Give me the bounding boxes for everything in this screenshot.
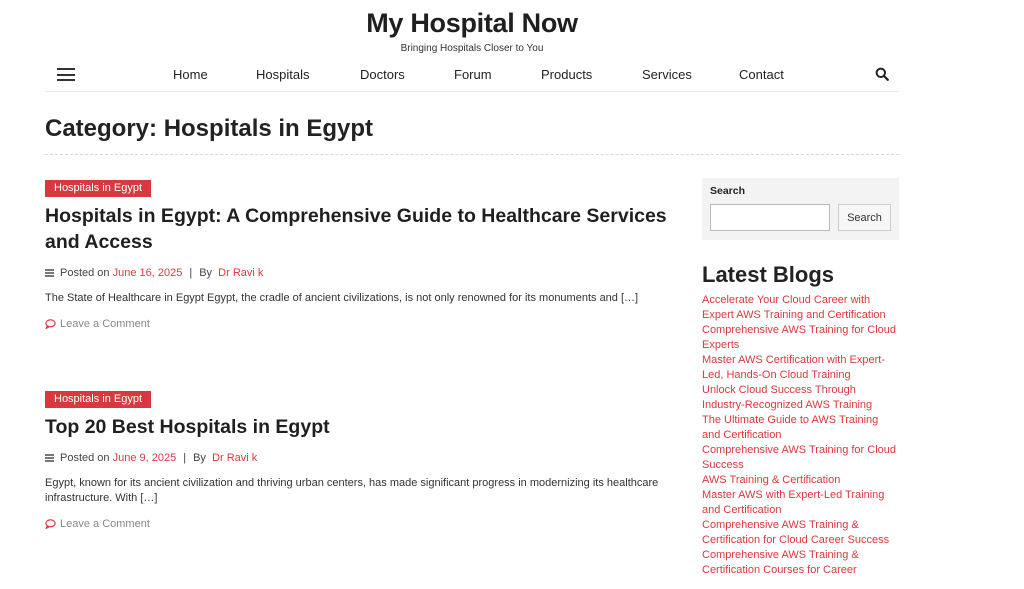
post-date-link[interactable]: June 16, 2025 bbox=[113, 267, 183, 279]
list-icon bbox=[45, 269, 54, 277]
meta-separator: | bbox=[183, 452, 187, 464]
list-icon bbox=[45, 454, 54, 462]
author-link[interactable]: Dr Ravi k bbox=[218, 267, 263, 279]
post-date-link[interactable]: June 9, 2025 bbox=[113, 452, 177, 464]
category-badge[interactable]: Hospitals in Egypt bbox=[45, 180, 152, 197]
latest-blog-link[interactable]: Comprehensive AWS Training & Certificati… bbox=[702, 518, 899, 548]
search-input[interactable] bbox=[710, 204, 830, 231]
by-label: By bbox=[193, 452, 206, 464]
comment-icon bbox=[45, 519, 56, 529]
meta-separator: | bbox=[189, 267, 193, 279]
sidebar: Search Search Latest Blogs Accelerate Yo… bbox=[702, 178, 899, 576]
post-card: Hospitals in Egypt Hospitals in Egypt: A… bbox=[45, 178, 675, 330]
latest-blog-link[interactable]: The Ultimate Guide to AWS Training and C… bbox=[702, 413, 899, 443]
page-title: Category: Hospitals in Egypt bbox=[45, 115, 374, 142]
category-badge[interactable]: Hospitals in Egypt bbox=[45, 391, 152, 408]
latest-blog-link[interactable]: Accelerate Your Cloud Career with Expert… bbox=[702, 293, 899, 323]
leave-comment-link[interactable]: Leave a Comment bbox=[45, 318, 675, 330]
site-tagline: Bringing Hospitals Closer to You bbox=[400, 43, 544, 54]
latest-blog-link[interactable]: Comprehensive AWS Training & Certificati… bbox=[702, 548, 899, 578]
post-meta: Posted on June 16, 2025 | By Dr Ravi k bbox=[45, 267, 675, 279]
nav-item-services[interactable]: Services bbox=[642, 67, 692, 82]
main-navigation: Home Hospitals Doctors Forum Products Se… bbox=[45, 60, 899, 92]
latest-blog-link[interactable]: Comprehensive AWS Training for Cloud Suc… bbox=[702, 443, 899, 473]
nav-item-contact[interactable]: Contact bbox=[739, 67, 784, 82]
leave-comment-label: Leave a Comment bbox=[60, 518, 150, 530]
search-button[interactable]: Search bbox=[838, 204, 891, 231]
nav-item-forum[interactable]: Forum bbox=[454, 67, 492, 82]
nav-item-products[interactable]: Products bbox=[541, 67, 592, 82]
site-title[interactable]: My Hospital Now bbox=[0, 8, 944, 39]
title-divider bbox=[45, 154, 899, 155]
nav-item-hospitals[interactable]: Hospitals bbox=[256, 67, 309, 82]
posted-on-label: Posted on bbox=[60, 452, 110, 464]
latest-blogs-list: Accelerate Your Cloud Career with Expert… bbox=[702, 293, 899, 578]
post-meta: Posted on June 9, 2025 | By Dr Ravi k bbox=[45, 452, 675, 464]
latest-blog-link[interactable]: AWS Training & Certification bbox=[702, 473, 899, 488]
latest-blog-link[interactable]: Unlock Cloud Success Through Industry-Re… bbox=[702, 383, 899, 413]
latest-blog-link[interactable]: Master AWS with Expert-Led Training and … bbox=[702, 488, 899, 518]
post-title[interactable]: Top 20 Best Hospitals in Egypt bbox=[45, 414, 675, 440]
post-card: Hospitals in Egypt Top 20 Best Hospitals… bbox=[45, 389, 675, 530]
post-title[interactable]: Hospitals in Egypt: A Comprehensive Guid… bbox=[45, 203, 675, 255]
latest-blog-link[interactable]: Master AWS Certification with Expert-Led… bbox=[702, 353, 899, 383]
search-widget: Search Search bbox=[702, 178, 899, 240]
search-label: Search bbox=[710, 185, 746, 197]
post-excerpt: The State of Healthcare in Egypt Egypt, … bbox=[45, 292, 639, 304]
posted-on-label: Posted on bbox=[60, 267, 110, 279]
leave-comment-label: Leave a Comment bbox=[60, 318, 150, 330]
search-icon[interactable] bbox=[875, 67, 889, 81]
nav-item-home[interactable]: Home bbox=[173, 67, 208, 82]
by-label: By bbox=[199, 267, 213, 279]
latest-blog-link[interactable]: Comprehensive AWS Training for Cloud Exp… bbox=[702, 323, 899, 353]
comment-icon bbox=[45, 319, 56, 329]
author-link[interactable]: Dr Ravi k bbox=[212, 452, 257, 464]
nav-links: Home Hospitals Doctors Forum Products Se… bbox=[45, 67, 899, 85]
post-excerpt: Egypt, known for its ancient civilizatio… bbox=[45, 477, 659, 504]
nav-item-doctors[interactable]: Doctors bbox=[360, 67, 405, 82]
latest-blogs-heading: Latest Blogs bbox=[702, 262, 835, 287]
leave-comment-link[interactable]: Leave a Comment bbox=[45, 518, 675, 530]
